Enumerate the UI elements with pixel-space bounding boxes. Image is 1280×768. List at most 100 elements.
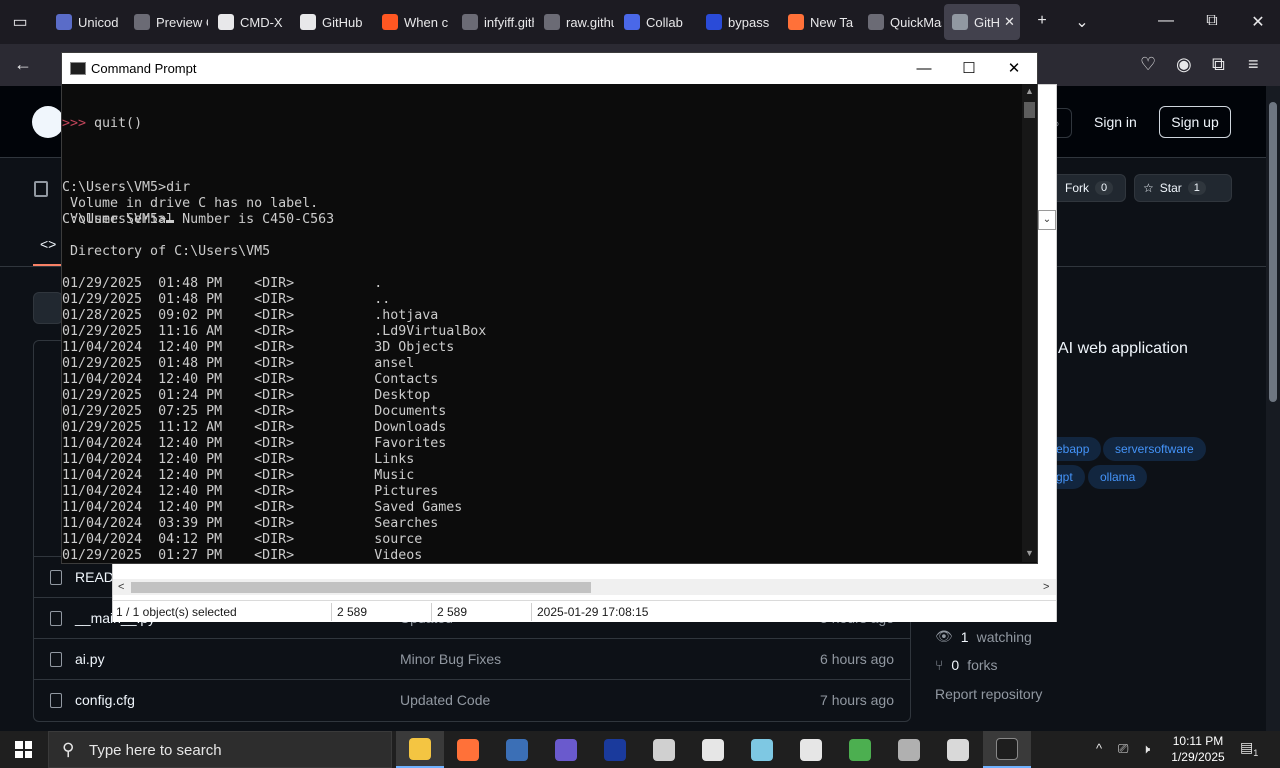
browser-tab[interactable]: bypass xyxy=(698,4,778,40)
browser-minimize-button[interactable]: — xyxy=(1156,12,1176,30)
browser-restore-button[interactable]: ⧉ xyxy=(1202,12,1222,30)
taskbar-app-7zip[interactable] xyxy=(787,731,835,768)
horizontal-scrollbar-thumb[interactable] xyxy=(131,582,591,593)
new-tab-button[interactable]: + xyxy=(1032,12,1052,30)
commit-message[interactable]: Minor Bug Fixes xyxy=(400,651,501,667)
file-icon xyxy=(50,652,62,667)
tab-label: bypass xyxy=(728,14,770,30)
scroll-right-arrow[interactable]: > xyxy=(1043,579,1049,595)
taskbar-search-box[interactable]: ⚲ Type here to search xyxy=(48,731,392,768)
browser-tab[interactable]: infyiff.githu xyxy=(454,4,534,40)
horizontal-scrollbar[interactable]: < > xyxy=(113,579,1056,595)
notifications-icon[interactable]: ▤1 xyxy=(1240,739,1258,758)
windows-taskbar: ⚲ Type here to search ^ ⎚ 🕨 10:11 PM 1/2… xyxy=(0,731,1280,768)
console-line: 11/04/2024 12:40 PM <DIR> Pictures xyxy=(62,484,439,499)
page-scrollbar[interactable] xyxy=(1266,86,1280,731)
console-line: 01/28/2025 09:02 PM <DIR> .hotjava xyxy=(62,308,439,323)
console-output[interactable]: >>> quit() C:\Users\VM5>dir Volume in dr… xyxy=(62,84,1022,562)
github-logo-icon[interactable] xyxy=(32,106,64,138)
repo-icon xyxy=(34,181,48,197)
cmd-scrollbar-thumb[interactable] xyxy=(1024,102,1035,118)
browser-tab[interactable]: QuickMash xyxy=(860,4,942,40)
status-divider xyxy=(331,603,332,621)
tab-groups-icon[interactable]: ▭ xyxy=(10,12,30,32)
menu-icon[interactable]: ≡ xyxy=(1248,54,1259,75)
file-row[interactable]: ai.py Minor Bug Fixes 6 hours ago xyxy=(34,638,910,679)
topic-tag[interactable]: serversoftware xyxy=(1103,437,1206,461)
forks-stat[interactable]: ⑂ 0 forks xyxy=(935,657,998,673)
account-icon[interactable]: ◉ xyxy=(1176,54,1192,75)
console-line: 01/29/2025 01:48 PM <DIR> .. xyxy=(62,292,391,307)
branch-button[interactable] xyxy=(33,292,63,324)
browser-tab[interactable]: GitHub xyxy=(292,4,372,40)
taskbar-app-command-prompt[interactable] xyxy=(983,731,1031,768)
sign-up-button[interactable]: Sign up xyxy=(1159,106,1231,138)
console-line: 01/29/2025 11:16 AM <DIR> .Ld9VirtualBox xyxy=(62,324,487,339)
browser-tab[interactable]: Unicod xyxy=(48,4,124,40)
fork-count: 0 xyxy=(1095,181,1114,195)
watching-stat[interactable]: 👁 1 watching xyxy=(935,628,1032,645)
scroll-left-arrow[interactable]: < xyxy=(118,579,124,595)
file-name[interactable]: ai.py xyxy=(75,651,105,667)
taskbar-app-firefox[interactable] xyxy=(444,731,492,768)
file-row[interactable]: config.cfg Updated Code 7 hours ago xyxy=(34,679,910,720)
commit-message[interactable]: Updated Code xyxy=(400,692,490,708)
browser-tab[interactable]: New Ta xyxy=(780,4,858,40)
browser-tab[interactable]: Preview Co xyxy=(126,4,208,40)
topic-tag[interactable]: ollama xyxy=(1088,465,1148,489)
browser-tab[interactable]: GitH ✕ xyxy=(944,4,1020,40)
browser-tab[interactable]: Collab xyxy=(616,4,696,40)
network-icon[interactable]: ⎚ xyxy=(1118,741,1128,757)
report-repository-link[interactable]: Report repository xyxy=(935,686,1042,702)
tab-favicon-icon xyxy=(134,14,150,30)
cmd-vertical-scrollbar[interactable]: ▲ ▼ xyxy=(1022,84,1037,562)
code-tab-icon[interactable]: <> xyxy=(40,236,56,252)
cmd-close-button[interactable]: ✕ xyxy=(991,53,1037,84)
taskbar-app-app-8[interactable] xyxy=(738,731,786,768)
console-line: 11/04/2024 12:40 PM <DIR> Saved Games xyxy=(62,500,463,515)
taskbar-app-app-3[interactable] xyxy=(493,731,541,768)
taskbar-app-app-10[interactable] xyxy=(836,731,884,768)
file-name[interactable]: config.cfg xyxy=(75,692,135,708)
sign-in-link[interactable]: Sign in xyxy=(1094,114,1137,130)
system-clock[interactable]: 10:11 PM 1/29/2025 xyxy=(1168,733,1228,765)
browser-close-button[interactable]: ✕ xyxy=(1248,12,1268,32)
taskbar-app-app-11[interactable] xyxy=(885,731,933,768)
tab-favicon-icon xyxy=(218,14,234,30)
browser-tab[interactable]: When c xyxy=(374,4,452,40)
cmd-minimize-button[interactable]: — xyxy=(901,53,947,84)
console-line: 11/04/2024 04:12 PM <DIR> source xyxy=(62,532,423,547)
tab-favicon-icon xyxy=(544,14,560,30)
volume-icon[interactable]: 🕨 xyxy=(1142,741,1150,757)
taskbar-app-app-12[interactable] xyxy=(934,731,982,768)
status-size: 2 589 xyxy=(437,605,468,619)
taskbar-app-roblox[interactable] xyxy=(640,731,688,768)
tab-close-icon[interactable]: ✕ xyxy=(1004,14,1015,30)
cmd-maximize-button[interactable]: ☐ xyxy=(946,53,992,84)
file-name[interactable]: READ xyxy=(75,569,114,585)
console-prompt: C:\Users\VM5> xyxy=(62,212,167,227)
extensions-icon[interactable]: ⧉ xyxy=(1212,54,1225,75)
browser-tab[interactable]: raw.githubu xyxy=(536,4,614,40)
back-button[interactable]: ← xyxy=(14,54,32,75)
taskbar-app-file-explorer[interactable] xyxy=(396,731,444,768)
scroll-down-arrow[interactable]: ▼ xyxy=(1022,548,1037,558)
cmd-title-bar[interactable]: Command Prompt — ☐ ✕ xyxy=(62,53,1037,84)
pocket-icon[interactable]: ♡ xyxy=(1140,54,1156,75)
start-button[interactable] xyxy=(0,731,48,768)
tray-chevron-icon[interactable]: ^ xyxy=(1096,741,1102,756)
app-10-icon xyxy=(849,738,871,761)
taskbar-app-app-5[interactable] xyxy=(591,731,639,768)
console-line: 01/29/2025 01:27 PM <DIR> Videos xyxy=(62,548,423,562)
browser-tab[interactable]: CMD-X xyxy=(210,4,290,40)
taskbar-app-app-4[interactable] xyxy=(542,731,590,768)
dropdown-chevron-icon[interactable]: ⌄ xyxy=(1038,210,1056,230)
tab-list-button[interactable]: ⌄ xyxy=(1072,12,1092,32)
page-scrollbar-thumb[interactable] xyxy=(1269,102,1277,402)
command-prompt-icon xyxy=(996,737,1018,760)
scroll-up-arrow[interactable]: ▲ xyxy=(1022,86,1037,96)
taskbar-app-app-7[interactable] xyxy=(689,731,737,768)
search-icon: ⚲ xyxy=(62,740,75,759)
star-button[interactable]: ☆ Star 1 xyxy=(1134,174,1232,202)
